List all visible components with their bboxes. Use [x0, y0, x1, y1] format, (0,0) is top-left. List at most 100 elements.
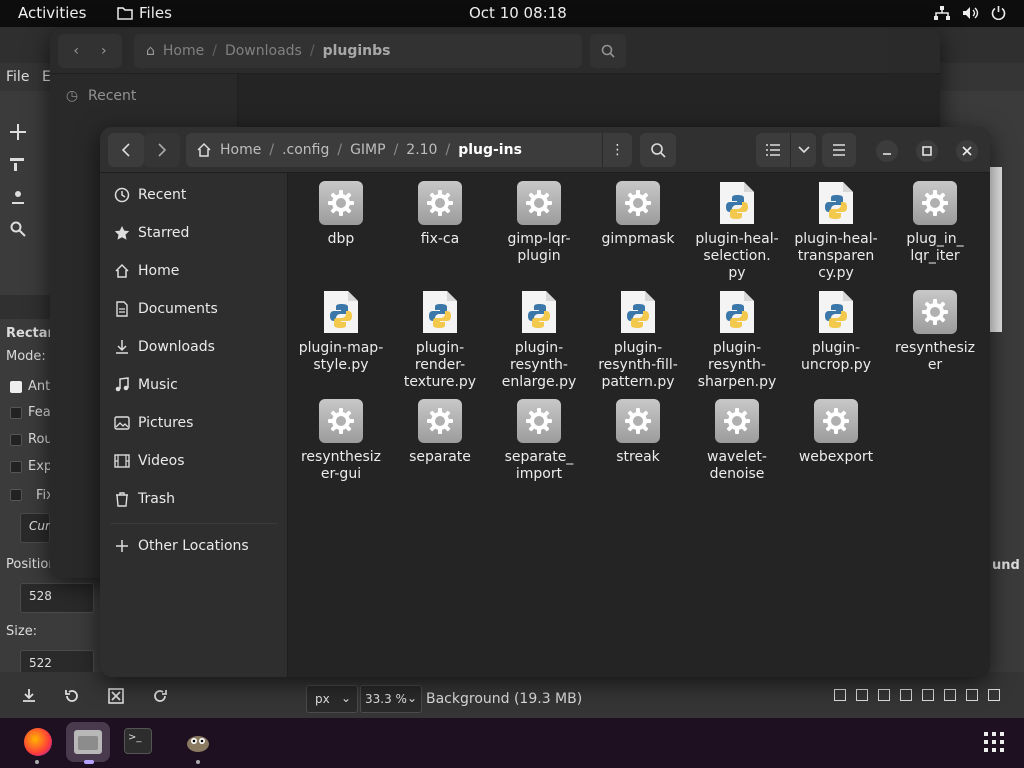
search-button[interactable]: [640, 133, 676, 167]
file-item[interactable]: wavelet-denoise: [689, 399, 785, 483]
file-item[interactable]: gimpmask: [590, 181, 686, 248]
path-tool-icon[interactable]: [10, 189, 26, 205]
crumb-config[interactable]: .config: [274, 142, 337, 158]
firefox-icon[interactable]: [24, 728, 52, 756]
chevron-left-icon: [121, 143, 130, 157]
forward-button[interactable]: [144, 133, 180, 167]
crumb-gimp[interactable]: GIMP: [342, 142, 394, 158]
delete-options-icon[interactable]: [108, 688, 124, 704]
crumb-downloads[interactable]: Downloads: [217, 43, 310, 59]
fixed-checkbox[interactable]: [10, 489, 22, 501]
terminal-icon[interactable]: >_: [124, 728, 152, 754]
files-icon-active[interactable]: [66, 722, 110, 762]
python-file-icon: [422, 290, 458, 334]
file-item[interactable]: streak: [590, 399, 686, 466]
size-field[interactable]: 522: [20, 650, 94, 674]
gimp-icon[interactable]: [184, 728, 212, 754]
volume-icon[interactable]: [962, 6, 980, 20]
crumb-home[interactable]: Home: [212, 142, 269, 158]
layer-actions[interactable]: [834, 689, 1014, 703]
file-item[interactable]: dbp: [293, 181, 389, 248]
sidebar-item-downloads[interactable]: Downloads: [114, 336, 215, 358]
back-sidebar-recent[interactable]: ◷ Recent: [64, 85, 137, 107]
restore-options-icon[interactable]: [64, 688, 80, 704]
power-icon[interactable]: [991, 5, 1006, 20]
hamburger-icon: [833, 144, 845, 156]
crumb-current-folder[interactable]: plug-ins: [450, 142, 530, 158]
file-item[interactable]: gimp-lqr-plugin: [491, 181, 587, 265]
back-button[interactable]: [108, 133, 144, 167]
sidebar-item-pictures[interactable]: Pictures: [114, 412, 193, 434]
save-options-icon[interactable]: [22, 688, 36, 702]
file-item[interactable]: plugin-resynth-enlarge.py: [491, 290, 587, 391]
path-menu-button[interactable]: ⋮: [602, 133, 632, 167]
feather-checkbox[interactable]: [10, 407, 22, 419]
sidebar-item-trash[interactable]: Trash: [114, 488, 175, 510]
file-item[interactable]: resynthesiz er: [887, 290, 983, 374]
expand-checkbox[interactable]: [10, 461, 22, 473]
view-options-button[interactable]: [790, 133, 816, 167]
file-item[interactable]: plug_in_ lqr_iter: [887, 181, 983, 265]
app-grid-icon[interactable]: [984, 732, 1004, 752]
file-name: webexport: [798, 449, 874, 465]
crumb-current[interactable]: pluginbs: [315, 43, 399, 59]
file-name: wavelet-denoise: [707, 449, 767, 482]
rounded-checkbox[interactable]: [10, 434, 22, 446]
tool-options-tabs[interactable]: [0, 295, 50, 319]
file-name: resynthesiz er: [894, 340, 976, 373]
file-item[interactable]: plugin-resynth-fill-pattern.py: [590, 290, 686, 391]
back-nav-buttons[interactable]: ‹ ›: [58, 34, 122, 68]
fixed-mode-select[interactable]: Cur: [20, 513, 50, 543]
main-menu-button[interactable]: [822, 133, 856, 167]
search-icon: [601, 44, 615, 58]
brush-preview: [990, 167, 1002, 332]
file-item[interactable]: plugin-heal-transparen cy.py: [788, 181, 884, 282]
file-item[interactable]: separate: [392, 399, 488, 466]
sidebar-item-videos[interactable]: Videos: [114, 450, 185, 472]
sidebar-item-other-locations[interactable]: Other Locations: [114, 535, 249, 557]
star-icon: [114, 225, 130, 241]
music-icon: [114, 377, 130, 393]
sidebar-item-music[interactable]: Music: [114, 374, 178, 396]
pathbar[interactable]: Home / .config / GIMP/ 2.10/ plug-ins ⋮: [186, 133, 632, 167]
sidebar-item-recent[interactable]: Recent: [114, 184, 186, 206]
sidebar-item-starred[interactable]: Starred: [114, 222, 189, 244]
antialias-checkbox[interactable]: [10, 381, 22, 393]
back-pathbar[interactable]: ⌂ Home / Downloads / pluginbs: [134, 34, 582, 68]
file-item[interactable]: resynthesiz er-gui: [293, 399, 389, 483]
plus-icon: [114, 538, 130, 554]
zoom-tool-icon[interactable]: [10, 221, 26, 237]
sidebar-item-label: Starred: [138, 225, 190, 241]
move-tool-icon[interactable]: [10, 124, 26, 140]
file-item[interactable]: plugin-uncrop.py: [788, 290, 884, 374]
align-tool-icon[interactable]: [10, 157, 26, 173]
sidebar-item-documents[interactable]: Documents: [114, 298, 218, 320]
zoom-select[interactable]: 33.3 % ⌄: [360, 685, 422, 713]
file-item[interactable]: plugin-map-style.py: [293, 290, 389, 374]
file-item[interactable]: separate_ import: [491, 399, 587, 483]
app-menu[interactable]: Files: [117, 4, 172, 22]
gimp-menu-file[interactable]: File: [6, 69, 29, 85]
file-item[interactable]: fix-ca: [392, 181, 488, 248]
activities-button[interactable]: Activities: [18, 4, 86, 22]
file-name: plugin-resynth-fill-pattern.py: [598, 340, 678, 390]
crumb-home[interactable]: Home: [155, 43, 212, 59]
clock[interactable]: Oct 10 08:18: [469, 4, 567, 22]
file-name: separate: [409, 449, 471, 465]
network-icon[interactable]: [934, 6, 950, 20]
file-item[interactable]: plugin-resynth-sharpen.py: [689, 290, 785, 391]
position-field[interactable]: 528: [20, 583, 94, 613]
minimize-button[interactable]: [876, 140, 898, 162]
reset-options-icon[interactable]: [152, 688, 168, 704]
file-item[interactable]: plugin-heal-selection. py: [689, 181, 785, 282]
close-button[interactable]: [956, 140, 978, 162]
maximize-button[interactable]: [916, 140, 938, 162]
executable-gear-icon: [616, 399, 660, 443]
view-toggle-button[interactable]: [756, 133, 790, 167]
unit-select[interactable]: px ⌄: [306, 685, 358, 713]
search-button[interactable]: [590, 34, 626, 68]
file-item[interactable]: plugin-render-texture.py: [392, 290, 488, 391]
sidebar-item-home[interactable]: Home: [114, 260, 179, 282]
file-item[interactable]: webexport: [788, 399, 884, 466]
crumb-version[interactable]: 2.10: [398, 142, 445, 158]
